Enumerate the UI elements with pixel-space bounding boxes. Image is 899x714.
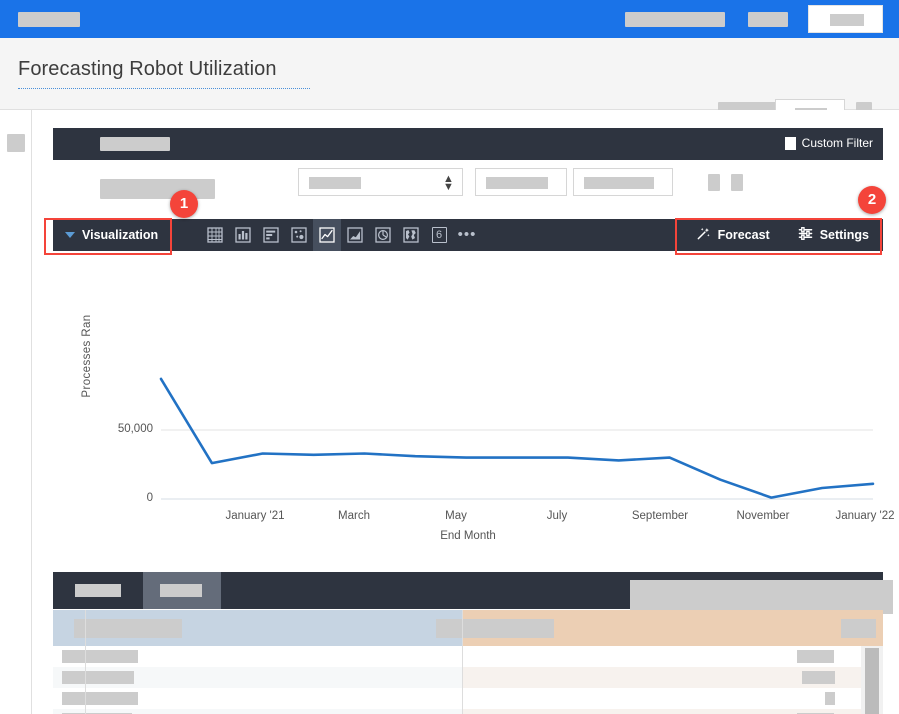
filter-input-2[interactable]	[573, 168, 673, 196]
x-tick-0: January '21	[225, 510, 285, 522]
app-window: Forecasting Robot Utilization Custom Fil…	[0, 0, 899, 714]
header-cell-1[interactable]	[74, 619, 182, 638]
sliders-icon	[798, 226, 813, 244]
nav-item-2[interactable]	[748, 12, 788, 27]
single-value-icon[interactable]: 6	[425, 219, 453, 251]
horizontal-bar-icon[interactable]	[257, 219, 285, 251]
pie-chart-icon[interactable]	[369, 219, 397, 251]
visualization-label: Visualization	[82, 228, 159, 242]
cell-value-redacted	[62, 671, 134, 684]
table-cell-measure[interactable]	[462, 709, 883, 714]
line-chart: Processes Ran 50,000 0 January '21 March…	[53, 258, 895, 558]
table-cell-measure[interactable]	[462, 667, 883, 688]
visualization-button[interactable]: Visualization	[53, 219, 172, 251]
vertical-scrollbar[interactable]	[861, 646, 883, 714]
filter-input-1[interactable]	[475, 168, 567, 196]
topbar-primary-button[interactable]	[808, 5, 883, 33]
page-title: Forecasting Robot Utilization	[18, 58, 277, 80]
filter-bar-title	[100, 137, 170, 151]
table-row[interactable]	[53, 709, 883, 714]
x-tick-1: March	[338, 510, 370, 522]
table-rule-mid	[462, 610, 463, 714]
table-cell-measure[interactable]	[462, 688, 883, 709]
more-options-icon[interactable]: •••	[453, 219, 481, 251]
x-tick-2: May	[445, 510, 467, 522]
table-tab-1[interactable]	[53, 572, 143, 609]
forecast-label: Forecast	[717, 228, 770, 242]
table-body	[53, 646, 883, 714]
table-row[interactable]	[53, 667, 883, 688]
forecast-button[interactable]: Forecast	[682, 219, 784, 251]
table-tab-bar	[53, 572, 893, 614]
custom-filter-toggle[interactable]: Custom Filter	[784, 136, 873, 150]
main-content: Custom Filter ▲ ▼ Visualization 6 ••• Fo…	[33, 110, 899, 714]
filter-bar: Custom Filter	[53, 128, 883, 160]
top-navigation-bar	[0, 0, 899, 38]
table-row[interactable]	[53, 688, 883, 709]
filter-select-value	[309, 177, 361, 189]
line-chart-icon[interactable]	[313, 219, 341, 251]
x-tick-3: July	[546, 510, 568, 522]
table-cell-dimension[interactable]	[53, 667, 462, 688]
visualization-toolbar: Visualization 6 ••• Forecast Settings	[53, 219, 883, 251]
scrollbar-thumb[interactable]	[865, 648, 879, 714]
table-cell-measure[interactable]	[462, 646, 883, 667]
filter-field-label	[100, 179, 215, 199]
page-title-underline	[18, 88, 310, 89]
cell-value-redacted	[62, 692, 138, 705]
table-row[interactable]	[53, 646, 883, 667]
header-cell-3[interactable]	[841, 619, 876, 638]
table-cell-dimension[interactable]	[53, 709, 462, 714]
table-icon[interactable]	[201, 219, 229, 251]
nav-item-1[interactable]	[625, 12, 725, 27]
cell-value-redacted	[797, 650, 834, 663]
x-tick-6: January '22	[835, 510, 895, 522]
forecast-settings-group: Forecast Settings	[682, 219, 883, 251]
map-icon[interactable]	[397, 219, 425, 251]
app-logo[interactable]	[18, 12, 80, 27]
filter-toggle-1[interactable]	[708, 174, 720, 191]
chevron-down-icon	[65, 232, 75, 238]
more-options-glyph: •••	[457, 226, 477, 243]
table-rule-left	[85, 610, 86, 714]
table-header-row	[53, 610, 883, 646]
table-tab-2[interactable]	[143, 572, 221, 609]
settings-label: Settings	[819, 228, 869, 242]
filter-select[interactable]: ▲ ▼	[298, 168, 463, 196]
checkbox-icon[interactable]	[784, 136, 796, 150]
cell-value-redacted	[802, 671, 835, 684]
bar-chart-icon[interactable]	[229, 219, 257, 251]
x-tick-4: September	[631, 510, 689, 522]
cell-value-redacted	[62, 650, 138, 663]
table-toolbar-redacted[interactable]	[630, 580, 893, 614]
data-table	[53, 610, 883, 714]
left-rail	[0, 110, 32, 714]
header-cell-2[interactable]	[436, 619, 554, 638]
callout-badge-1: 1	[170, 190, 198, 218]
custom-filter-label: Custom Filter	[801, 136, 873, 150]
table-cell-dimension[interactable]	[53, 688, 462, 709]
rail-icon-button[interactable]	[7, 134, 25, 152]
chart-type-icon-group: 6 •••	[201, 219, 481, 251]
page-header: Forecasting Robot Utilization	[0, 38, 899, 128]
cell-value-redacted	[825, 692, 835, 705]
callout-badge-2: 2	[858, 186, 886, 214]
x-tick-5: November	[736, 510, 790, 522]
area-chart-icon[interactable]	[341, 219, 369, 251]
single-value-glyph: 6	[431, 227, 447, 243]
magic-wand-icon	[696, 226, 711, 244]
stepper-icon[interactable]: ▲ ▼	[443, 174, 454, 193]
table-cell-dimension[interactable]	[53, 646, 462, 667]
settings-button[interactable]: Settings	[784, 219, 883, 251]
filter-toggle-2[interactable]	[731, 174, 743, 191]
scatter-plot-icon[interactable]	[285, 219, 313, 251]
x-axis-label: End Month	[440, 530, 496, 542]
